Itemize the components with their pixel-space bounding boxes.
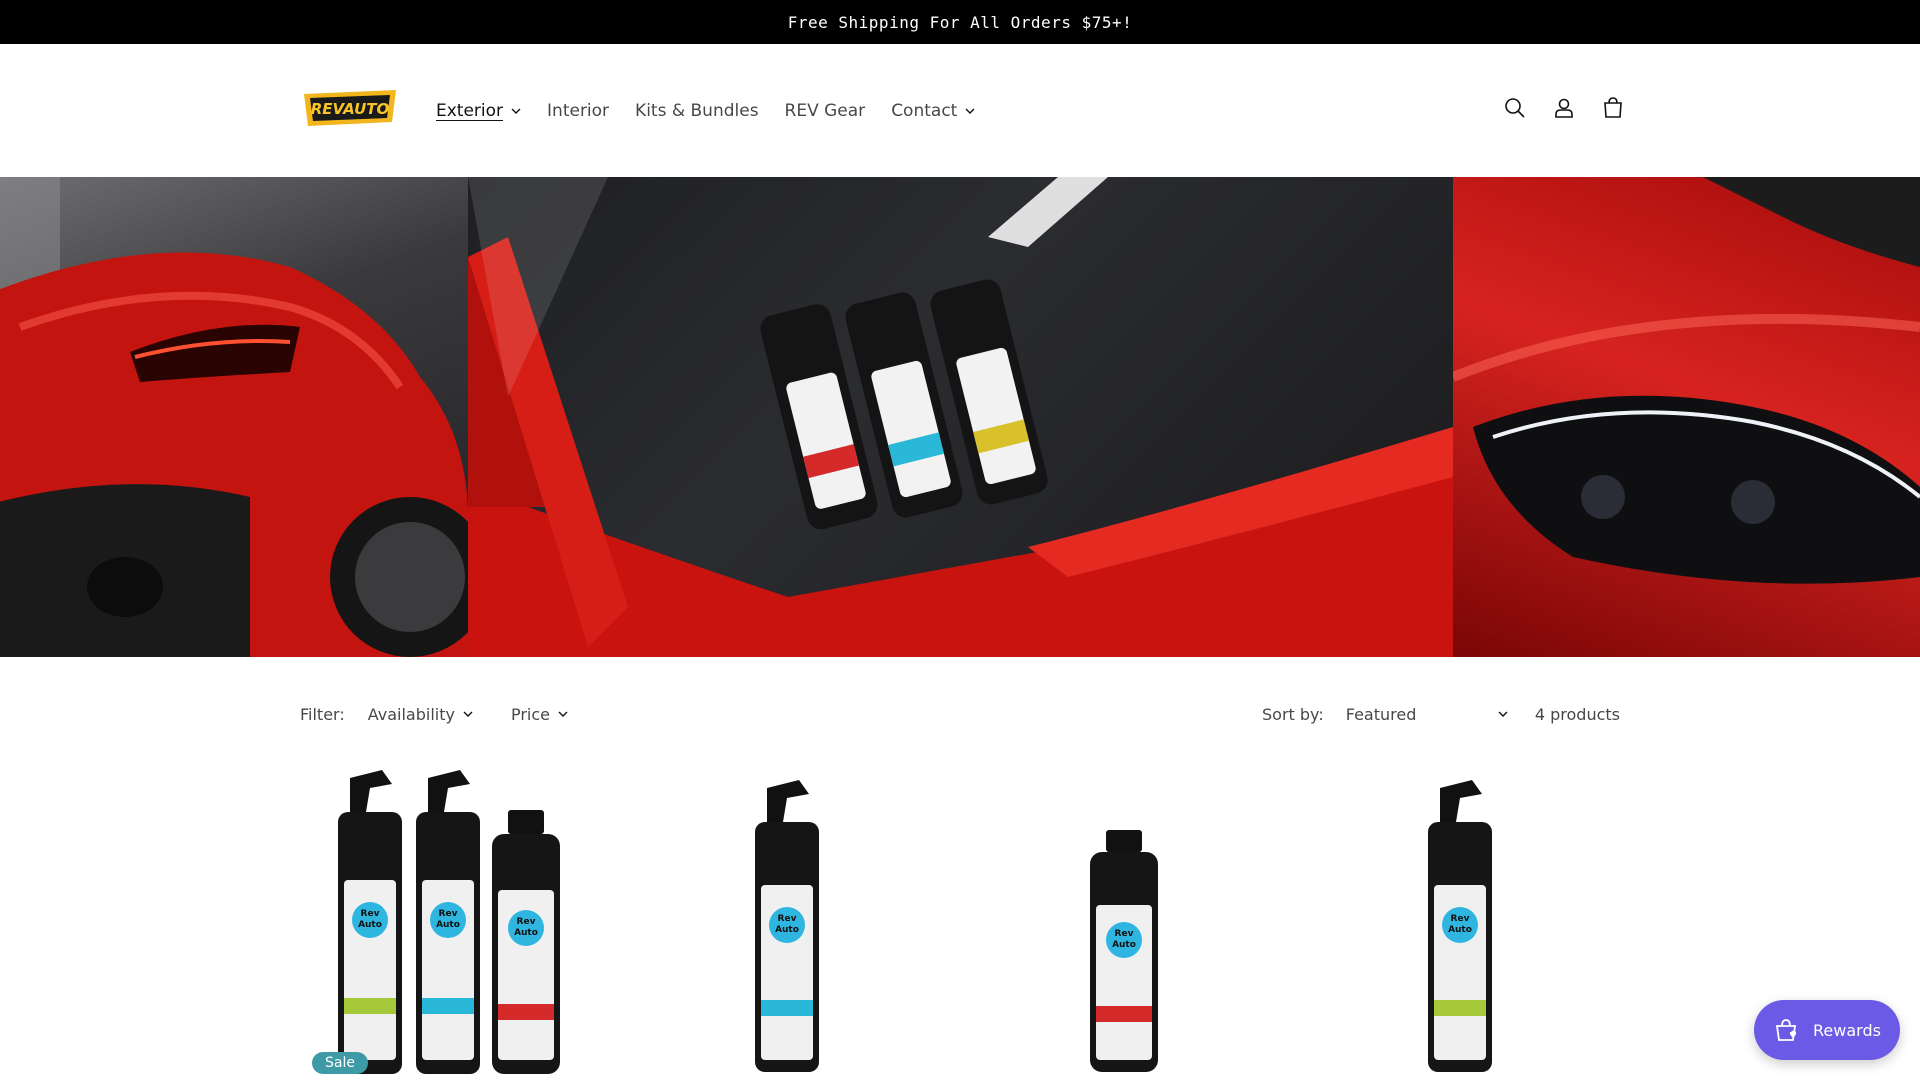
svg-text:Auto: Auto (514, 928, 538, 938)
announcement-bar: Free Shipping For All Orders $75+! (0, 0, 1920, 44)
gift-bag-icon (1775, 1019, 1797, 1041)
nav-rev-gear-label: REV Gear (784, 100, 866, 121)
nav-exterior[interactable]: Exterior (436, 101, 521, 121)
nav-exterior-label: Exterior (436, 100, 504, 121)
product-image-red: Rev Auto (1090, 830, 1158, 1072)
product-card-red[interactable]: Rev Auto (974, 760, 1284, 1080)
chevron-down-icon (511, 108, 521, 114)
filter-label: Filter: (300, 704, 345, 724)
svg-text:Rev: Rev (361, 909, 380, 919)
nav-contact-label: Contact (891, 100, 958, 121)
svg-text:Auto: Auto (775, 925, 799, 935)
sort-select[interactable]: Featured (1346, 705, 1508, 724)
collection-banner (0, 177, 1920, 657)
nav-kits-bundles[interactable]: Kits & Bundles (635, 101, 759, 121)
svg-text:Rev: Rev (439, 909, 458, 919)
rewards-button[interactable]: Rewards (1754, 1000, 1900, 1060)
header-icons (1490, 84, 1637, 132)
chevron-down-icon (463, 711, 473, 717)
banner-products-on-car-image (468, 177, 1453, 657)
account-icon[interactable] (1540, 84, 1588, 132)
nav-rev-gear[interactable]: REV Gear (785, 101, 866, 121)
bottle-3: Rev Auto (492, 810, 560, 1074)
product-image-blue: Rev Auto (755, 780, 819, 1072)
product-card-bundle[interactable]: Rev Auto Rev Auto Rev Auto Sale (300, 760, 610, 1080)
bottle-group (760, 279, 1048, 530)
svg-text:Rev: Rev (1115, 929, 1134, 939)
nav-contact[interactable]: Contact (891, 101, 975, 121)
availability-filter[interactable]: Availability (368, 705, 473, 724)
sort-label: Sort by: (1262, 704, 1324, 724)
nav-kits-bundles-label: Kits & Bundles (635, 100, 759, 121)
main-nav: Exterior Interior Kits & Bundles REV Gea… (436, 44, 1001, 177)
nav-interior-label: Interior (547, 100, 610, 121)
price-filter-label: Price (510, 704, 550, 724)
svg-text:Auto: Auto (358, 920, 382, 930)
svg-text:Auto: Auto (436, 920, 460, 930)
revauto-logo[interactable]: REVAUTO (300, 88, 400, 128)
svg-text:Rev: Rev (517, 917, 536, 927)
chevron-down-icon (965, 108, 975, 114)
cart-icon[interactable] (1589, 84, 1637, 132)
product-image-green: Rev Auto (1428, 780, 1492, 1072)
search-icon[interactable] (1491, 84, 1539, 132)
svg-text:Rev: Rev (1451, 914, 1470, 924)
bottle-1: Rev Auto (338, 770, 402, 1074)
svg-text:Rev: Rev (778, 914, 797, 924)
product-grid: Rev Auto Rev Auto Rev Auto Sale Rev Auto… (300, 760, 1620, 1080)
bottle-2: Rev Auto (416, 770, 480, 1074)
availability-filter-label: Availability (367, 704, 455, 724)
product-card-green[interactable]: Rev Auto (1310, 760, 1620, 1080)
sort-value: Featured (1345, 704, 1417, 724)
svg-text:Auto: Auto (1112, 940, 1136, 950)
nav-interior[interactable]: Interior (547, 101, 609, 121)
price-filter[interactable]: Price (511, 705, 568, 724)
filter-bar: Filter: Availability Price Sort by: Feat… (300, 696, 1620, 732)
banner-rear-car-image (0, 177, 468, 657)
banner-headlight-image (1453, 177, 1920, 657)
chevron-down-icon (558, 711, 568, 717)
logo-text: REVAUTO (311, 100, 390, 118)
product-card-blue[interactable]: Rev Auto (637, 760, 947, 1080)
rewards-label: Rewards (1813, 1020, 1881, 1040)
svg-text:Auto: Auto (1448, 925, 1472, 935)
product-count: 4 products (1534, 704, 1620, 724)
sale-badge: Sale (312, 1052, 368, 1074)
chevron-down-icon (1498, 711, 1508, 717)
product-image-bundle: Rev Auto Rev Auto Rev Auto (338, 770, 560, 1074)
site-header: REVAUTO Exterior Interior Kits & Bundles… (0, 44, 1920, 177)
sort-control: Sort by: Featured (1262, 696, 1508, 732)
announcement-text: Free Shipping For All Orders $75+! (787, 12, 1133, 32)
